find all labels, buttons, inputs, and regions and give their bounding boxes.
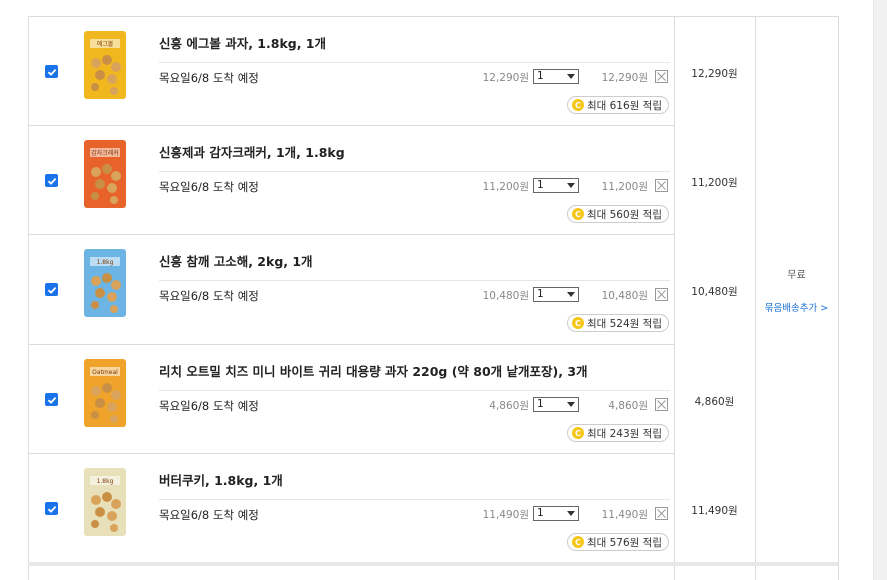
coin-icon: C — [571, 427, 584, 439]
unit-price: 4,860원 — [489, 400, 529, 412]
shipping-column-divider — [755, 16, 756, 580]
product-thumbnail[interactable]: Oatmeal — [80, 357, 130, 429]
unit-price: 11,200원 — [482, 181, 529, 193]
cart-item-row: Oatmeal 리치 오트밀 치즈 미니 바이트 귀리 대용량 과자 220g … — [28, 345, 674, 454]
product-thumbnail[interactable]: 1.8kg — [80, 247, 130, 319]
chevron-down-icon — [567, 511, 575, 516]
product-thumbnail[interactable]: 감자크래커 — [80, 138, 130, 210]
quantity-value: 1 — [537, 70, 544, 82]
product-thumbnail[interactable]: 에그볼 — [80, 29, 130, 101]
line-total: 12,290원 — [601, 72, 648, 84]
chevron-down-icon — [567, 74, 575, 79]
reward-badge: C 최대 524원 적립 — [566, 314, 669, 332]
delivery-estimate: 목요일6/8 도착 예정 — [159, 508, 259, 522]
chevron-down-icon — [567, 402, 575, 407]
item-checkbox[interactable] — [45, 174, 58, 187]
row-price: 12,290원 — [691, 68, 738, 80]
product-title[interactable]: 신흥 참깨 고소해, 2kg, 1개 — [159, 251, 313, 270]
product-thumbnail[interactable]: 1.8kg — [80, 466, 130, 538]
coin-icon: C — [571, 536, 584, 548]
remove-item-button[interactable] — [655, 288, 668, 301]
reward-text: 최대 616원 적립 — [586, 99, 662, 112]
reward-text: 최대 560원 적립 — [586, 208, 662, 221]
remove-item-button[interactable] — [655, 70, 668, 83]
row-separator — [159, 171, 670, 172]
row-price: 11,200원 — [691, 177, 738, 189]
table-right-border — [838, 16, 839, 580]
row-separator — [159, 62, 670, 63]
quantity-select[interactable]: 1 — [533, 178, 579, 193]
unit-price: 12,290원 — [482, 72, 529, 84]
close-icon — [657, 509, 666, 518]
delivery-estimate: 목요일6/8 도착 예정 — [159, 399, 259, 413]
line-total: 10,480원 — [601, 290, 648, 302]
product-title[interactable]: 리치 오트밀 치즈 미니 바이트 귀리 대용량 과자 220g (약 80개 낱… — [159, 361, 588, 380]
cart-item-row: 감자크래커 신흥제과 감자크래커, 1개, 1.8kg 목요일6/8 도착 예정… — [28, 126, 674, 235]
close-icon — [657, 290, 666, 299]
chevron-down-icon — [567, 292, 575, 297]
shipping-fee: 무료 — [787, 270, 806, 281]
coin-icon: C — [571, 317, 584, 329]
line-total: 11,200원 — [601, 181, 648, 193]
remove-item-button[interactable] — [655, 398, 668, 411]
quantity-select[interactable]: 1 — [533, 69, 579, 84]
delivery-estimate: 목요일6/8 도착 예정 — [159, 180, 259, 194]
svg-text:감자크래커: 감자크래커 — [91, 149, 119, 157]
remove-item-button[interactable] — [655, 507, 668, 520]
delivery-estimate: 목요일6/8 도착 예정 — [159, 289, 259, 303]
row-separator — [159, 390, 670, 391]
delivery-estimate: 목요일6/8 도착 예정 — [159, 71, 259, 85]
product-title[interactable]: 신흥제과 감자크래커, 1개, 1.8kg — [159, 142, 345, 161]
svg-text:에그볼: 에그볼 — [97, 40, 114, 48]
remove-item-button[interactable] — [655, 179, 668, 192]
bundle-shipping-link[interactable]: 묶음배송추가 > — [755, 300, 838, 314]
close-icon — [657, 181, 666, 190]
item-checkbox[interactable] — [45, 283, 58, 296]
row-price: 10,480원 — [691, 286, 738, 298]
line-total: 4,860원 — [608, 400, 648, 412]
quantity-select[interactable]: 1 — [533, 506, 579, 521]
row-separator — [159, 280, 670, 281]
cart-item-row: 1.8kg 신흥 참깨 고소해, 2kg, 1개 목요일6/8 도착 예정 10… — [28, 235, 674, 344]
chevron-down-icon — [567, 183, 575, 188]
cart-item-row: 1.8kg 버터쿠키, 1.8kg, 1개 목요일6/8 도착 예정 11,49… — [28, 454, 674, 563]
unit-price: 11,490원 — [482, 509, 529, 521]
reward-text: 최대 576원 적립 — [586, 536, 662, 549]
svg-text:Oatmeal: Oatmeal — [92, 369, 118, 376]
close-icon — [657, 400, 666, 409]
svg-text:1.8kg: 1.8kg — [97, 478, 114, 485]
coin-icon: C — [571, 99, 584, 111]
row-price: 4,860원 — [694, 396, 735, 408]
svg-text:1.8kg: 1.8kg — [97, 259, 114, 266]
quantity-value: 1 — [537, 507, 544, 519]
quantity-select[interactable]: 1 — [533, 397, 579, 412]
reward-text: 최대 524원 적립 — [586, 317, 662, 330]
coin-icon: C — [571, 208, 584, 220]
product-title[interactable]: 버터쿠키, 1.8kg, 1개 — [159, 470, 283, 489]
scrollbar[interactable] — [873, 0, 887, 580]
item-checkbox[interactable] — [45, 393, 58, 406]
product-title[interactable]: 신흥 에그볼 과자, 1.8kg, 1개 — [159, 33, 326, 52]
row-separator — [159, 499, 670, 500]
row-price: 11,490원 — [691, 505, 738, 517]
reward-badge: C 최대 243원 적립 — [566, 424, 669, 442]
line-total: 11,490원 — [601, 509, 648, 521]
item-checkbox[interactable] — [45, 65, 58, 78]
quantity-value: 1 — [537, 179, 544, 191]
reward-badge: C 최대 560원 적립 — [566, 205, 669, 223]
item-checkbox[interactable] — [45, 502, 58, 515]
quantity-select[interactable]: 1 — [533, 287, 579, 302]
quantity-value: 1 — [537, 288, 544, 300]
close-icon — [657, 72, 666, 81]
quantity-value: 1 — [537, 398, 544, 410]
cart-item-row: 에그볼 신흥 에그볼 과자, 1.8kg, 1개 목요일6/8 도착 예정 12… — [28, 17, 674, 126]
reward-badge: C 최대 576원 적립 — [566, 533, 669, 551]
unit-price: 10,480원 — [482, 290, 529, 302]
reward-badge: C 최대 616원 적립 — [566, 96, 669, 114]
reward-text: 최대 243원 적립 — [586, 427, 662, 440]
table-bottom-bar — [28, 562, 838, 566]
